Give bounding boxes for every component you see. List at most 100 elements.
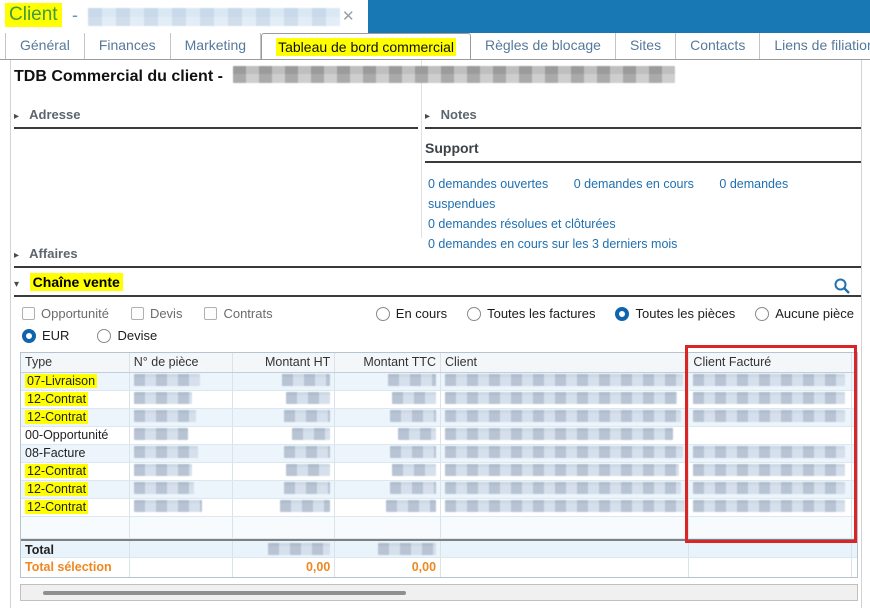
chevron-right-icon: ▸ [425, 111, 430, 122]
tab-finances[interactable]: Finances [85, 33, 171, 59]
redacted-cell [693, 374, 845, 386]
type-cell: 12-Contrat [25, 500, 88, 514]
col-montant-ht[interactable]: Montant HT [233, 353, 336, 372]
table-row[interactable]: 08-Facture [21, 445, 857, 463]
section-notes[interactable]: ▸ Notes [425, 107, 861, 129]
type-cell: 12-Contrat [25, 392, 88, 406]
total-label: Total [21, 541, 130, 557]
col-numero-piece[interactable]: N° de pièce [130, 353, 233, 372]
radio-aucune-piece[interactable]: Aucune pièce [755, 306, 854, 321]
tab-label: Tableau de bord commercial [276, 38, 456, 56]
window-entity-label: Client [5, 3, 62, 27]
radio-eur[interactable]: EUR [22, 328, 69, 343]
table-row[interactable]: 12-Contrat [21, 499, 857, 517]
chevron-right-icon: ▸ [14, 111, 19, 122]
redacted-cell [445, 374, 683, 386]
radio-label: Aucune pièce [775, 306, 854, 321]
col-client-facture[interactable]: Client Facturé [689, 353, 852, 372]
redacted-cell [134, 482, 194, 494]
redacted-total-ht [268, 543, 330, 555]
tab-liens-de-filiation[interactable]: Liens de filiation [760, 33, 870, 59]
tab-general[interactable]: Général [5, 33, 85, 59]
tab-sites[interactable]: Sites [616, 33, 676, 59]
redacted-cell [390, 410, 436, 422]
redacted-cell [445, 428, 673, 440]
col-type[interactable]: Type [21, 353, 130, 372]
redacted-cell [693, 482, 845, 494]
client-name-redacted [233, 66, 675, 83]
section-label: Notes [441, 107, 477, 122]
table-row[interactable]: 00-Opportunité [21, 427, 857, 445]
section-label: Affaires [29, 246, 77, 261]
checkbox-opportunite[interactable]: Opportunité [22, 306, 109, 321]
support-links: 0 demandes ouvertes 0 demandes en cours … [428, 174, 858, 254]
table-row[interactable]: 07-Livraison [21, 373, 857, 391]
table-row[interactable]: 12-Contrat [21, 481, 857, 499]
checkbox-label: Contrats [223, 306, 272, 321]
radio-en-cours[interactable]: En cours [376, 306, 447, 321]
type-cell: 12-Contrat [25, 482, 88, 496]
redacted-cell [390, 482, 436, 494]
scrollbar-thumb[interactable] [43, 591, 406, 595]
section-label: Chaîne vente [30, 273, 123, 291]
link-demandes-ouvertes[interactable]: 0 demandes ouvertes [428, 177, 548, 191]
redacted-cell [134, 500, 202, 512]
radio-toutes-les-pieces[interactable]: Toutes les pièces [615, 306, 735, 321]
redacted-cell [282, 374, 330, 386]
redacted-cell [134, 374, 200, 386]
chevron-right-icon: ▸ [14, 250, 19, 261]
redacted-cell [388, 374, 436, 386]
type-cell: 00-Opportunité [25, 428, 108, 442]
radio-icon [97, 329, 111, 343]
table-header-row: Type N° de pièce Montant HT Montant TTC … [21, 353, 857, 373]
section-support: Support [425, 140, 861, 163]
redacted-cell [445, 446, 683, 458]
redacted-cell [445, 410, 681, 422]
radio-label: Devise [117, 328, 157, 343]
section-label: Support [425, 140, 479, 156]
section-label: Adresse [29, 107, 80, 122]
redacted-cell [134, 428, 188, 440]
checkbox-devis[interactable]: Devis [131, 306, 183, 321]
chevron-down-icon: ▾ [14, 279, 19, 290]
redacted-total-ttc [378, 543, 436, 555]
radio-devise[interactable]: Devise [97, 328, 157, 343]
titlebar-blue-band [368, 0, 870, 33]
radio-label: Toutes les factures [487, 306, 595, 321]
checkbox-label: Opportunité [41, 306, 109, 321]
close-icon[interactable]: ✕ [342, 7, 355, 25]
redacted-cell [693, 464, 845, 476]
section-affaires[interactable]: ▸ Affaires [14, 246, 861, 268]
radio-toutes-les-factures[interactable]: Toutes les factures [467, 306, 595, 321]
col-client[interactable]: Client [441, 353, 689, 372]
link-demandes-en-cours[interactable]: 0 demandes en cours [574, 177, 694, 191]
tab-bar: Général Finances Marketing Tableau de bo… [0, 33, 870, 60]
client-name-redacted [88, 8, 340, 26]
redacted-cell [392, 464, 436, 476]
radio-icon [755, 307, 769, 321]
checkbox-icon [131, 307, 144, 320]
filter-row-currency: EUR Devise [22, 328, 157, 343]
section-adresse[interactable]: ▸ Adresse [14, 107, 418, 129]
table-row-empty[interactable] [21, 517, 857, 539]
tab-contacts[interactable]: Contacts [676, 33, 760, 59]
table-total-selection-row: Total sélection 0,00 0,00 [21, 558, 857, 577]
redacted-cell [284, 482, 330, 494]
tab-tableau-de-bord-commercial[interactable]: Tableau de bord commercial [261, 33, 471, 60]
table-row[interactable]: 12-Contrat [21, 409, 857, 427]
tab-marketing[interactable]: Marketing [171, 33, 261, 59]
section-chaine-vente[interactable]: ▾ Chaîne vente [14, 274, 861, 297]
redacted-cell [445, 392, 677, 404]
checkbox-group: Opportunité Devis Contrats [22, 306, 273, 321]
checkbox-contrats[interactable]: Contrats [204, 306, 272, 321]
horizontal-scrollbar[interactable] [20, 584, 858, 601]
link-demandes-resolues[interactable]: 0 demandes résolues et clôturées [428, 217, 616, 231]
col-montant-ttc[interactable]: Montant TTC [335, 353, 441, 372]
table-row[interactable]: 12-Contrat [21, 391, 857, 409]
search-icon[interactable] [833, 277, 851, 295]
filter-row-pieces: Opportunité Devis Contrats En cours Tout… [22, 306, 854, 321]
tab-regles-de-blocage[interactable]: Règles de blocage [471, 33, 616, 59]
page-title-text: TDB Commercial du client - [14, 68, 223, 85]
table-row[interactable]: 12-Contrat [21, 463, 857, 481]
checkbox-icon [22, 307, 35, 320]
